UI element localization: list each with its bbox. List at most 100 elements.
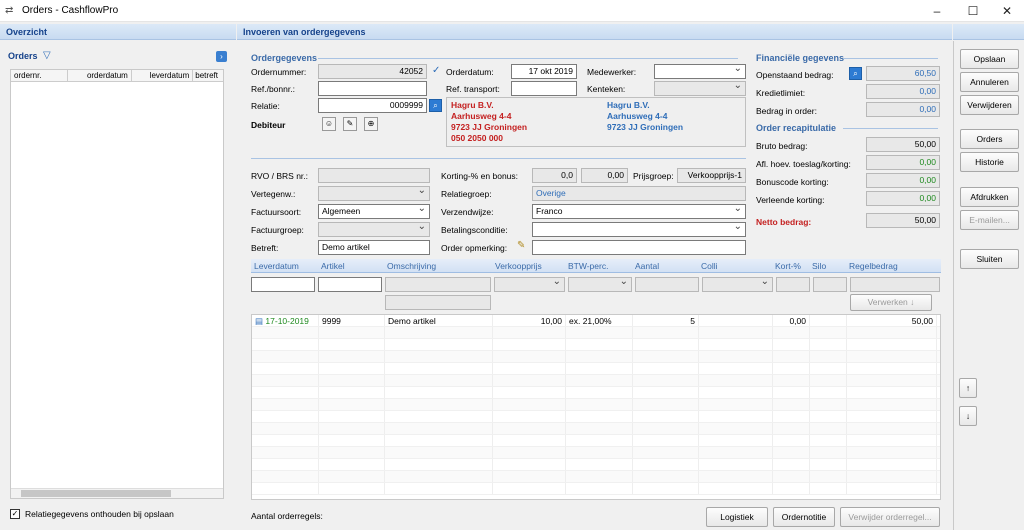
col-betreft[interactable]: betreft [193,70,223,81]
expand-arrow-icon[interactable]: › [216,51,227,62]
medewerker-select[interactable] [654,64,746,79]
orderdatum-field[interactable]: 17 okt 2019 [511,64,577,79]
cell-kort [773,375,810,386]
maximize-button[interactable]: ☐ [956,0,990,22]
verzendwijze-select[interactable]: Franco [532,204,746,219]
verwijderen-button[interactable]: Verwijderen [960,95,1019,115]
empty-row[interactable] [252,339,940,351]
move-down-button[interactable]: ↓ [959,406,977,426]
cell-artikel [319,387,385,398]
cell-leverdatum [252,447,319,458]
cell-btw: ex. 21,00% [566,315,633,326]
cell-verkoopprijs [493,447,566,458]
empty-row[interactable] [252,459,940,471]
empty-row[interactable] [252,387,940,399]
empty-row[interactable] [252,411,940,423]
orders-button[interactable]: Orders [960,129,1019,149]
cell-artikel: 9999 [319,315,385,326]
historie-button[interactable]: Historie [960,152,1019,172]
entry-artikel[interactable] [318,277,382,292]
cell-verkoopprijs [493,339,566,350]
verleende-label: Verleende korting: [756,195,825,205]
empty-row[interactable] [252,423,940,435]
relatie-label: Relatie: [251,101,280,111]
relatie-search-icon[interactable]: ⌕ [429,99,442,112]
logistiek-button[interactable]: Logistiek [706,507,768,527]
cell-silo [810,459,847,470]
ordernotitie-button[interactable]: Ordernotitie [773,507,835,527]
empty-row[interactable] [252,483,940,495]
close-button[interactable]: ✕ [990,0,1024,22]
ref-bonnr-input[interactable] [318,81,427,96]
cell-omschrijving [385,363,493,374]
attachment-icon[interactable]: ⊕ [364,117,378,131]
betreft-label: Betreft: [251,243,279,253]
filter-icon[interactable]: ▽ [43,50,51,61]
col-orderdatum[interactable]: orderdatum [68,70,132,81]
cell-silo [810,339,847,350]
cell-omschrijving [385,459,493,470]
cell-verkoopprijs [493,411,566,422]
betreft-input[interactable]: Demo artikel [318,240,430,255]
order-lines-grid[interactable]: ▤ 17-10-2019 9999 Demo artikel 10,00 ex. 21,… [251,314,941,500]
empty-row[interactable] [252,471,940,483]
verwerken-button[interactable]: Verwerken ↓ [850,294,932,311]
betalingsconditie-select[interactable] [532,222,746,237]
cell-btw [566,375,633,386]
ref-transport-label: Ref. transport: [446,84,500,94]
col-artikel[interactable]: Artikel [318,259,384,272]
sluiten-button[interactable]: Sluiten [960,249,1019,269]
empty-row[interactable] [252,447,940,459]
col-leverdatum[interactable]: leverdatum [132,70,194,81]
openstaand-search-icon[interactable]: ⌕ [849,67,862,80]
empty-row[interactable] [252,363,940,375]
cell-btw [566,471,633,482]
minimize-button[interactable]: – [920,0,954,22]
move-up-button[interactable]: ↑ [959,378,977,398]
order-opmerking-input[interactable] [532,240,746,255]
main-header: Invoeren van ordergegevens [237,24,952,40]
col-colli[interactable]: Colli [698,259,772,272]
col-omschrijving[interactable]: Omschrijving [384,259,492,272]
col-btw[interactable]: BTW-perc. [565,259,632,272]
annuleren-button[interactable]: Annuleren [960,72,1019,92]
col-ordernr[interactable]: ordernr. [11,70,69,81]
ref-transport-input[interactable] [511,81,577,96]
col-aantal[interactable]: Aantal [632,259,698,272]
horizontal-scrollbar[interactable] [11,488,223,498]
remember-checkbox[interactable]: ✓ [10,509,20,519]
cell-btw [566,387,633,398]
edit-icon[interactable]: ✎ [343,117,357,131]
col-regelbedrag[interactable]: Regelbedrag [846,259,936,272]
factuursoort-select[interactable]: Algemeen [318,204,430,219]
afdrukken-button[interactable]: Afdrukken [960,187,1019,207]
person-icon[interactable]: ☺ [322,117,336,131]
app-icon: ⇄ [5,5,14,16]
empty-row[interactable] [252,399,940,411]
pencil-icon[interactable]: ✎ [517,240,525,251]
empty-row[interactable] [252,327,940,339]
scrollbar-thumb[interactable] [21,490,171,497]
empty-row[interactable] [252,375,940,387]
relatie-input[interactable]: 0009999 [318,98,427,113]
verzendwijze-label: Verzendwijze: [441,207,494,217]
col-silo[interactable]: Silo [809,259,846,272]
cell-aantal [633,351,699,362]
emailen-button[interactable]: E-mailen... [960,210,1019,230]
table-row[interactable]: ▤ 17-10-2019 9999 Demo artikel 10,00 ex. 21,… [252,315,940,327]
cell-btw [566,435,633,446]
openstaand-label: Openstaand bedrag: [756,70,834,80]
cell-kort [773,483,810,494]
col-kort[interactable]: Kort-% [772,259,809,272]
col-verkoopprijs[interactable]: Verkoopprijs [492,259,565,272]
empty-row[interactable] [252,435,940,447]
verwijder-orderregel-button[interactable]: Verwijder orderregel... [840,507,940,527]
entry-aantal [635,277,699,292]
entry-leverdatum[interactable] [251,277,315,292]
empty-row[interactable] [252,351,940,363]
col-leverdatum[interactable]: Leverdatum [251,259,318,272]
cell-colli [699,327,773,338]
opslaan-button[interactable]: Opslaan [960,49,1019,69]
orders-list[interactable]: ordernr. orderdatum leverdatum betreft [10,69,224,499]
financial-section: Financiële gegevens [756,53,845,63]
